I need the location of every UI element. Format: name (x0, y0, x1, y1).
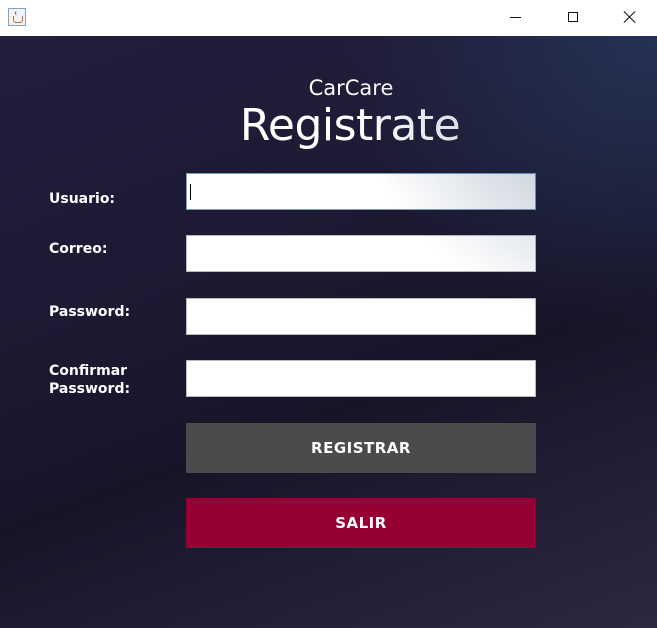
password-label: Password: (49, 304, 131, 320)
java-cup-icon (8, 8, 26, 26)
minimize-icon (509, 16, 521, 18)
correo-label: Correo: (49, 241, 108, 257)
close-icon (623, 10, 637, 24)
cup-shape (13, 16, 23, 23)
confirm-label-line2: Password: (49, 381, 131, 397)
maximize-icon (568, 12, 578, 22)
minimize-button[interactable] (486, 0, 544, 34)
registration-panel: CarCare Registrate Usuario: Correo: Pass… (0, 36, 657, 628)
title-bar (0, 0, 657, 36)
usuario-input[interactable] (186, 173, 536, 210)
salir-button[interactable]: SALIR (186, 498, 536, 548)
steam-shape (15, 11, 19, 15)
close-button[interactable] (601, 0, 657, 34)
page-title: Registrate (239, 100, 461, 151)
app-window: CarCare Registrate Usuario: Correo: Pass… (0, 0, 657, 628)
confirm-password-label: Confirmar Password: (49, 362, 130, 398)
maximize-button[interactable] (544, 0, 602, 34)
app-name: CarCare (308, 76, 394, 100)
correo-input[interactable] (186, 235, 536, 272)
confirm-password-input[interactable] (186, 360, 536, 397)
confirm-label-line1: Confirmar (49, 363, 128, 379)
usuario-label: Usuario: (49, 191, 116, 207)
text-caret (190, 184, 191, 200)
password-input[interactable] (186, 298, 536, 335)
registrar-button[interactable]: REGISTRAR (186, 423, 536, 473)
